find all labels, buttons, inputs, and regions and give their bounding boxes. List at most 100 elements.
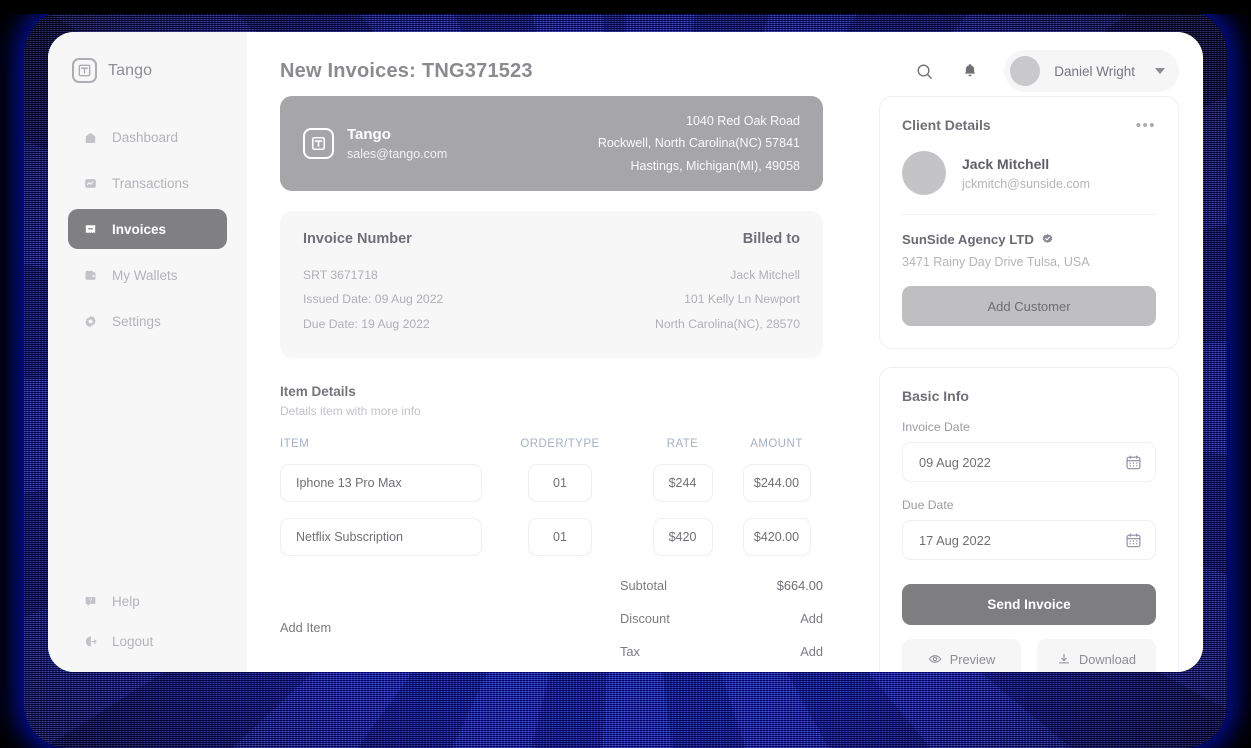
sidebar-item-invoices[interactable]: Invoices xyxy=(68,209,227,249)
client-name: Jack Mitchell xyxy=(962,156,1090,172)
column-header-order: ORDER/TYPE xyxy=(485,438,635,450)
chevron-down-icon xyxy=(1155,68,1165,74)
item-details-title: Item Details xyxy=(280,384,823,399)
download-button[interactable]: Download xyxy=(1037,639,1156,672)
sidebar-item-logout[interactable]: Logout xyxy=(68,628,227,654)
calendar-icon[interactable] xyxy=(1125,532,1142,549)
add-customer-button[interactable]: Add Customer xyxy=(902,286,1156,326)
brand-name: Tango xyxy=(108,62,152,80)
issued-date: Issued Date: 09 Aug 2022 xyxy=(303,287,443,311)
billed-to-heading: Billed to xyxy=(655,231,800,247)
avatar xyxy=(902,151,946,195)
totals: Subtotal $664.00 Discount Add Tax Add xyxy=(620,578,823,672)
sidebar-nav: Dashboard Transactions xyxy=(48,117,247,341)
vendor-address-line-2: Rockwell, North Carolina(NC) 57841 xyxy=(598,132,800,154)
user-menu[interactable]: Daniel Wright xyxy=(1004,50,1179,92)
user-name: Daniel Wright xyxy=(1054,64,1135,79)
due-date-input[interactable]: 17 Aug 2022 xyxy=(902,520,1156,560)
add-item-button[interactable]: Add Item xyxy=(280,620,620,635)
sidebar-item-label: Help xyxy=(112,594,140,609)
top-mask xyxy=(0,0,1251,14)
sidebar-item-label: My Wallets xyxy=(112,268,178,283)
item-order-input[interactable]: 01 xyxy=(528,518,592,556)
column-header-amount: AMOUNT xyxy=(730,438,823,450)
bell-icon[interactable] xyxy=(958,59,982,83)
app-window: Tango Dashboard xyxy=(48,32,1203,672)
client-identity: Jack Mitchell jckmitch@sunside.com xyxy=(902,151,1156,195)
vendor-banner: Tango sales@tango.com 1040 Red Oak Road … xyxy=(280,96,823,191)
invoice-date-value: 09 Aug 2022 xyxy=(919,455,991,470)
invoice-date-input[interactable]: 09 Aug 2022 xyxy=(902,442,1156,482)
activity-icon xyxy=(82,175,98,191)
verified-badge-icon xyxy=(1041,233,1054,246)
invoice-date-label: Invoice Date xyxy=(902,420,1156,434)
item-name-input[interactable]: Iphone 13 Pro Max xyxy=(280,464,482,502)
topbar-actions: Daniel Wright xyxy=(912,50,1179,92)
sidebar-item-label: Logout xyxy=(112,634,153,649)
content: Tango sales@tango.com 1040 Red Oak Road … xyxy=(247,96,1203,672)
client-org-name: SunSide Agency LTD xyxy=(902,232,1034,247)
invoice-icon xyxy=(82,221,98,237)
vendor-address-line-3: Hastings, Michigan(MI), 49058 xyxy=(598,155,800,177)
due-date-value: 17 Aug 2022 xyxy=(919,533,991,548)
sidebar-item-label: Transactions xyxy=(112,176,189,191)
sidebar-item-settings[interactable]: Settings xyxy=(68,301,227,341)
secondary-actions: Preview Download xyxy=(902,639,1156,672)
due-date-label: Due Date xyxy=(902,498,1156,512)
brand: Tango xyxy=(48,58,247,83)
client-details-card: Client Details ••• Jack Mitchell jckmitc… xyxy=(879,96,1179,349)
item-order-input[interactable]: 01 xyxy=(528,464,592,502)
items-table-header: ITEM ORDER/TYPE RATE AMOUNT xyxy=(280,438,823,450)
sidebar-item-my-wallets[interactable]: My Wallets xyxy=(68,255,227,295)
more-horizontal-icon[interactable]: ••• xyxy=(1136,118,1156,133)
send-invoice-button[interactable]: Send Invoice xyxy=(902,584,1156,625)
vendor-address: 1040 Red Oak Road Rockwell, North Caroli… xyxy=(598,110,800,177)
preview-button[interactable]: Preview xyxy=(902,639,1021,672)
basic-info-title: Basic Info xyxy=(902,388,1156,404)
vendor-identity: Tango sales@tango.com xyxy=(303,124,447,164)
preview-label: Preview xyxy=(950,652,996,667)
help-icon: ? xyxy=(82,593,98,609)
table-row: Netflix Subscription 01 $420 $420.00 xyxy=(280,518,823,556)
vendor-name: Tango xyxy=(347,124,447,146)
item-amount-input[interactable]: $420.00 xyxy=(743,518,811,556)
invoice-number-value: SRT 3671718 xyxy=(303,263,443,287)
calendar-icon[interactable] xyxy=(1125,454,1142,471)
item-rate-input[interactable]: $244 xyxy=(653,464,713,502)
gear-icon xyxy=(82,313,98,329)
item-amount-input[interactable]: $244.00 xyxy=(743,464,811,502)
client-org-address: 3471 Rainy Day Drive Tulsa, USA xyxy=(902,255,1156,269)
items-footer: Add Item Subtotal $664.00 Discount Add xyxy=(280,578,823,672)
divider xyxy=(902,214,1156,215)
sidebar-item-help[interactable]: ? Help xyxy=(68,588,227,614)
basic-info-card: Basic Info Invoice Date 09 Aug 2022 xyxy=(879,367,1179,672)
search-icon[interactable] xyxy=(912,59,936,83)
sidebar-item-dashboard[interactable]: Dashboard xyxy=(68,117,227,157)
topbar: New Invoices:TNG371523 xyxy=(247,32,1203,96)
item-details-subtitle: Details item with more info xyxy=(280,404,823,418)
tax-add-button[interactable]: Add xyxy=(800,644,823,659)
billed-to-line-2: North Carolina(NC), 28570 xyxy=(655,312,800,336)
discount-add-button[interactable]: Add xyxy=(800,611,823,626)
total-row-discount: Discount Add xyxy=(620,611,823,626)
total-row-subtotal: Subtotal $664.00 xyxy=(620,578,823,593)
sidebar: Tango Dashboard xyxy=(48,32,247,672)
tax-label: Tax xyxy=(620,644,640,659)
sidebar-item-label: Settings xyxy=(112,314,161,329)
table-row: Iphone 13 Pro Max 01 $244 $244.00 xyxy=(280,464,823,502)
column-header-item: ITEM xyxy=(280,438,485,450)
page-title: New Invoices:TNG371523 xyxy=(280,60,533,83)
vendor-email: sales@tango.com xyxy=(347,145,447,163)
download-label: Download xyxy=(1079,652,1136,667)
logout-icon xyxy=(82,633,98,649)
screen: Tango Dashboard xyxy=(0,0,1251,748)
sidebar-item-transactions[interactable]: Transactions xyxy=(68,163,227,203)
avatar xyxy=(1010,56,1040,86)
invoice-number-block: Invoice Number SRT 3671718 Issued Date: … xyxy=(303,231,443,336)
total-row-tax: Tax Add xyxy=(620,644,823,659)
item-name-input[interactable]: Netflix Subscription xyxy=(280,518,482,556)
client-details-header: Client Details ••• xyxy=(902,117,1156,133)
billed-to-block: Billed to Jack Mitchell 101 Kelly Ln New… xyxy=(655,231,800,336)
item-rate-input[interactable]: $420 xyxy=(653,518,713,556)
subtotal-value: $664.00 xyxy=(777,578,823,593)
